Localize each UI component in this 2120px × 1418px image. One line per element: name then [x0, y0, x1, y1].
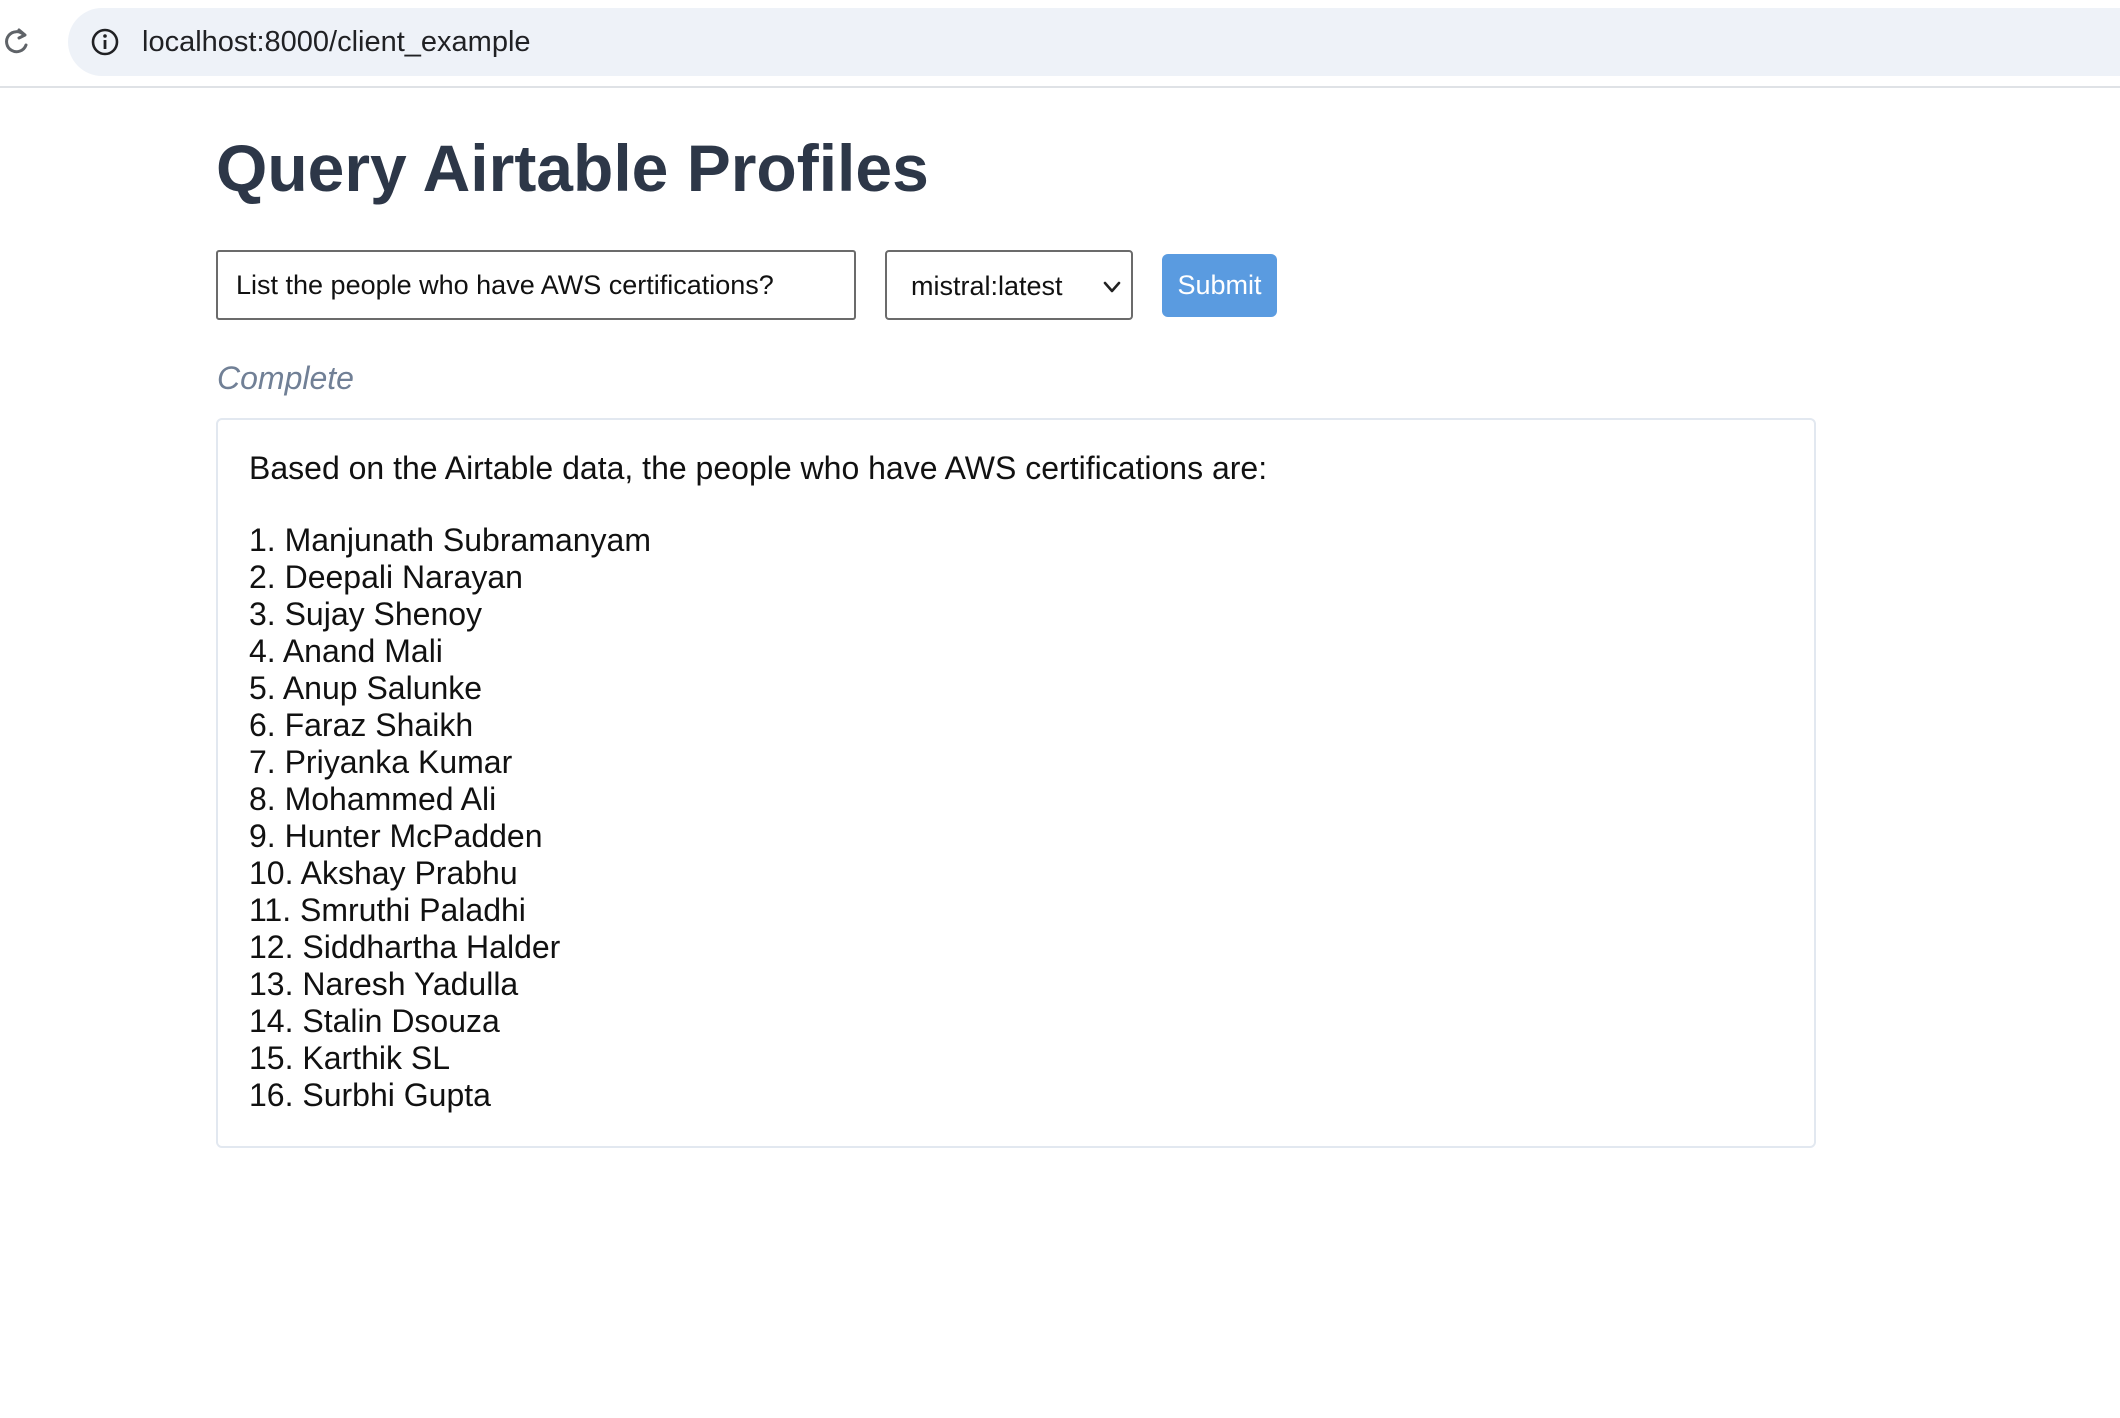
list-item: 11. Smruthi Paladhi [249, 892, 526, 928]
model-select-value: mistral:latest [911, 271, 1063, 301]
browser-toolbar: localhost:8000/client_example [0, 0, 2120, 88]
model-select[interactable]: mistral:latest [885, 250, 1133, 320]
result-list: 1. Manjunath Subramanyam 2. Deepali Nara… [249, 522, 651, 1114]
chevron-down-icon [1099, 274, 1125, 300]
result-box: Based on the Airtable data, the people w… [216, 418, 1816, 1148]
list-item: 7. Priyanka Kumar [249, 744, 513, 780]
page-title: Query Airtable Profiles [216, 131, 929, 205]
list-item: 14. Stalin Dsouza [249, 1003, 500, 1039]
list-item: 12. Siddhartha Halder [249, 929, 561, 965]
info-icon[interactable] [88, 25, 122, 59]
list-item: 8. Mohammed Ali [249, 781, 497, 817]
list-item: 6. Faraz Shaikh [249, 707, 474, 743]
list-item: 10. Akshay Prabhu [249, 855, 518, 891]
list-item: 9. Hunter McPadden [249, 818, 543, 854]
list-item: 3. Sujay Shenoy [249, 596, 483, 632]
list-item: 16. Surbhi Gupta [249, 1077, 491, 1113]
list-item: 13. Naresh Yadulla [249, 966, 519, 1002]
submit-button[interactable]: Submit [1162, 254, 1277, 317]
list-item: 5. Anup Salunke [249, 670, 483, 706]
result-intro: Based on the Airtable data, the people w… [249, 450, 1268, 486]
list-item: 15. Karthik SL [249, 1040, 450, 1076]
list-item: 1. Manjunath Subramanyam [249, 522, 651, 558]
list-item: 2. Deepali Narayan [249, 559, 523, 595]
query-input[interactable] [216, 250, 856, 320]
address-bar[interactable]: localhost:8000/client_example [68, 8, 2120, 76]
list-item: 4. Anand Mali [249, 633, 443, 669]
reload-icon[interactable] [0, 26, 32, 58]
status-text: Complete [217, 360, 354, 396]
url-text[interactable]: localhost:8000/client_example [142, 24, 531, 60]
